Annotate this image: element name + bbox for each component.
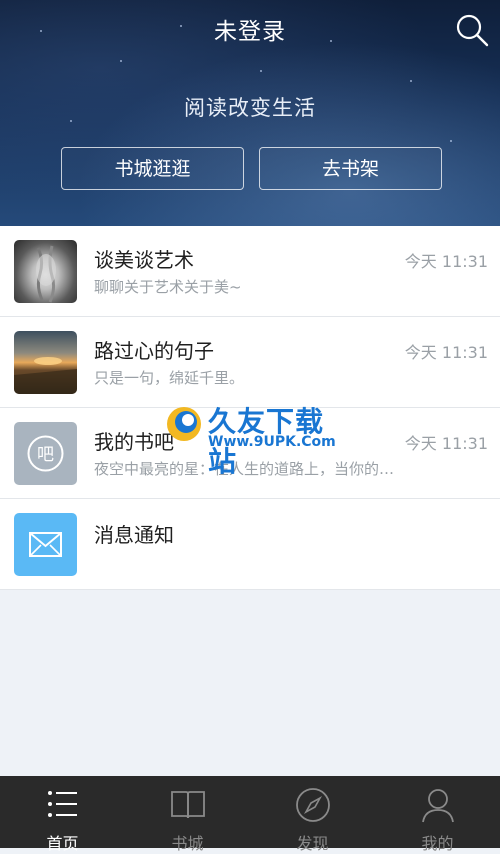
item-title: 路过心的句子 (94, 339, 214, 363)
sunset-thumbnail (14, 331, 77, 394)
page-title: 未登录 (214, 19, 286, 45)
item-time: 今天 11:31 (404, 252, 488, 271)
tab-discover[interactable]: 发现 (250, 776, 375, 853)
tab-label: 书城 (171, 834, 204, 853)
user-icon (421, 789, 454, 823)
item-time: 今天 11:31 (404, 434, 488, 453)
item-time: 今天 11:31 (404, 343, 488, 362)
tab-bookstore[interactable]: 书城 (125, 776, 250, 853)
search-icon (456, 14, 489, 47)
tab-home[interactable]: 首页 (0, 776, 125, 853)
item-preview: 只是一句，绵延千里。 (94, 369, 245, 387)
watermark: 久友下载站 Www.9UPK.Com (160, 400, 350, 478)
watermark-url: Www.9UPK.Com (208, 434, 336, 450)
item-title: 消息通知 (94, 523, 174, 547)
art-thumbnail (14, 240, 77, 303)
mail-icon (14, 513, 77, 576)
book-icon (170, 791, 205, 819)
bookstore-button[interactable]: 书城逛逛 (61, 147, 244, 190)
bookshelf-button[interactable]: 去书架 (259, 147, 442, 190)
bottom-tab-bar: 首页 书城 发现 我的 (0, 776, 500, 853)
tab-label: 首页 (46, 834, 79, 853)
tab-profile[interactable]: 我的 (375, 776, 500, 853)
header-banner: 未登录 阅读改变生活 书城逛逛 去书架 (0, 0, 500, 226)
svg-text:吧: 吧 (37, 445, 54, 465)
item-preview: 聊聊关于艺术关于美~ (94, 278, 242, 296)
list-item[interactable]: 路过心的句子 今天 11:31 只是一句，绵延千里。 (0, 317, 500, 408)
list-item[interactable]: 谈美谈艺术 今天 11:31 聊聊关于艺术关于美~ (0, 226, 500, 317)
watermark-logo-icon (167, 407, 201, 441)
book-bar-icon: 吧 (14, 422, 77, 485)
list-icon (47, 791, 77, 817)
list-item[interactable]: 消息通知 (0, 499, 500, 590)
item-title: 谈美谈艺术 (94, 248, 194, 272)
tab-label: 发现 (296, 834, 329, 853)
tab-label: 我的 (421, 834, 454, 853)
compass-icon (295, 788, 330, 822)
slogan: 阅读改变生活 (184, 96, 316, 120)
search-button[interactable] (452, 10, 492, 50)
